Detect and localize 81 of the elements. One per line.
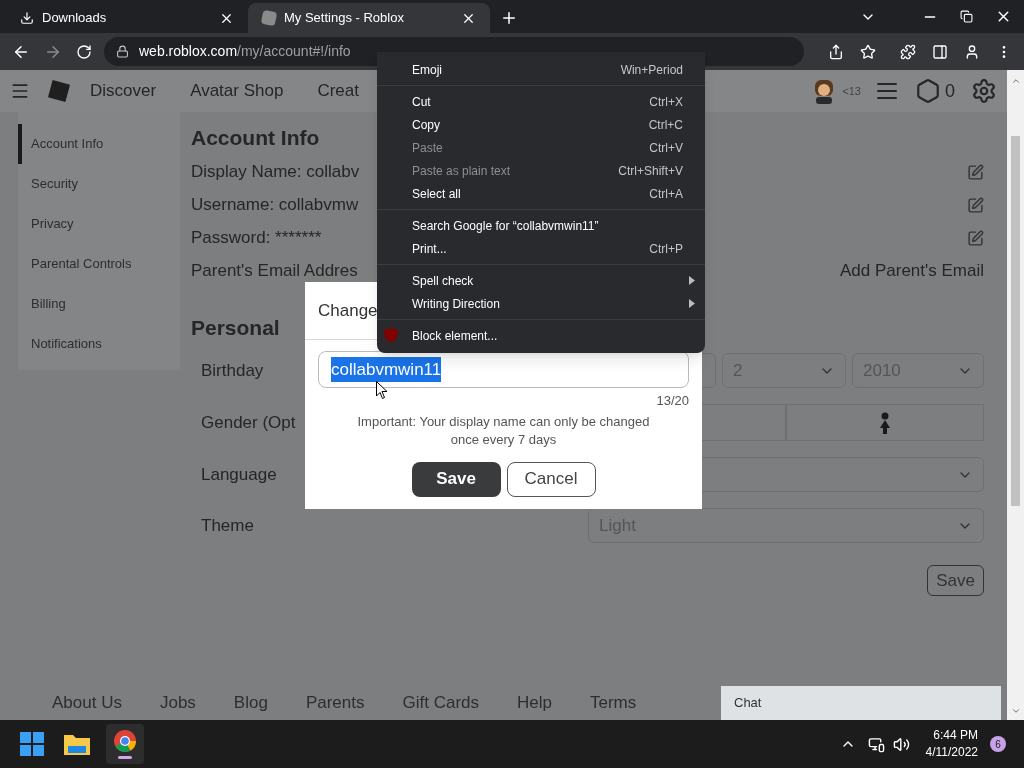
browser-tab[interactable]: My Settings - Roblox <box>248 3 490 33</box>
edit-icon[interactable] <box>967 196 984 214</box>
field-label: Gender (Opt <box>201 411 296 434</box>
reload-icon[interactable] <box>76 43 92 60</box>
menu-item[interactable]: Writing Direction <box>377 292 705 315</box>
sidebar-item[interactable]: Security <box>18 164 180 204</box>
folder-icon[interactable] <box>64 733 90 755</box>
footer-link[interactable]: Gift Cards <box>402 690 479 716</box>
cancel-button[interactable]: Cancel <box>506 461 596 497</box>
dialog-note: Important: Your display name can only be changed once every 7 days <box>356 412 651 449</box>
add-email-link[interactable]: Add Parent's Email <box>839 258 984 284</box>
nav-link[interactable]: Discover <box>90 78 157 104</box>
menu-item[interactable]: Search Google for “collabvmwin11” <box>377 214 705 237</box>
save-button[interactable]: Save <box>411 461 501 497</box>
lock-icon <box>116 45 129 58</box>
menu-item[interactable]: Print... Ctrl+P <box>377 237 705 260</box>
sidebar-item[interactable]: Account Info <box>18 124 180 164</box>
sidebar-item[interactable]: Billing <box>18 284 180 324</box>
age-label: <13 <box>842 83 861 99</box>
menu-item[interactable]: Select all Ctrl+A <box>377 182 705 205</box>
save-button[interactable]: Save <box>927 565 984 596</box>
section-title: Personal <box>191 314 280 341</box>
settings-icon[interactable] <box>971 78 997 104</box>
share-icon[interactable] <box>828 43 844 60</box>
submenu-arrow-icon <box>689 299 695 308</box>
nav-link[interactable]: Creat <box>317 78 359 104</box>
submenu-arrow-icon <box>689 276 695 285</box>
footer-link[interactable]: About Us <box>52 690 122 716</box>
notification-badge[interactable]: 6 <box>990 736 1006 752</box>
account-field: Username: collabvmw <box>191 192 359 218</box>
edit-icon[interactable] <box>967 163 984 181</box>
tab-title: Downloads <box>42 9 108 28</box>
sidebar-item[interactable]: Parental Controls <box>18 244 180 284</box>
logo-icon[interactable] <box>48 80 70 102</box>
shield-icon <box>384 328 398 343</box>
dialog-title: Change <box>318 299 378 322</box>
menu-item[interactable]: Block element... <box>377 324 705 347</box>
robux-count: 0 <box>945 79 955 103</box>
footer-link[interactable]: Jobs <box>159 690 196 716</box>
restore-icon[interactable] <box>960 10 973 23</box>
new-tab-icon[interactable] <box>500 9 518 27</box>
robux-icon[interactable] <box>915 78 941 104</box>
nav-link[interactable]: Avatar Shop <box>190 78 284 104</box>
footer-link[interactable]: Blog <box>233 690 268 716</box>
sidebar-item[interactable]: Notifications <box>18 324 180 364</box>
field-label: Theme <box>201 514 254 537</box>
mouse-cursor-icon <box>376 381 388 400</box>
scroll-up-icon[interactable] <box>1010 76 1021 86</box>
footer-link[interactable]: Help <box>517 690 552 716</box>
url-text: web.roblox.com/my/account#!/info <box>139 42 351 61</box>
bookmark-star-icon[interactable] <box>860 43 876 60</box>
field-label: Language <box>201 463 277 486</box>
edit-icon[interactable] <box>967 229 984 247</box>
volume-icon[interactable] <box>892 735 910 753</box>
clock[interactable]: 6:44 PM 4/11/2022 <box>925 727 978 761</box>
field-label: Birthday <box>201 359 264 382</box>
windows-logo-icon[interactable] <box>20 732 44 756</box>
female-icon <box>878 411 892 434</box>
footer-link[interactable]: Terms <box>590 690 637 716</box>
section-title: Account Info <box>191 125 320 151</box>
scrollbar[interactable] <box>1007 70 1024 720</box>
menu-item[interactable]: Cut Ctrl+X <box>377 90 705 113</box>
account-field: Parent's Email Addres <box>191 258 358 284</box>
footer-link[interactable]: Parents <box>305 690 365 716</box>
tab-title: My Settings - Roblox <box>284 9 405 28</box>
side-panel-icon[interactable] <box>932 43 948 60</box>
extensions-icon[interactable] <box>900 43 916 60</box>
profile-icon[interactable] <box>964 43 980 60</box>
sidebar-item[interactable]: Privacy <box>18 204 180 244</box>
chrome-taskbar-button[interactable] <box>106 724 144 764</box>
download-icon <box>20 11 34 25</box>
menu-item[interactable]: Spell check <box>377 269 705 292</box>
account-field: Password: ******* <box>191 225 322 251</box>
account-field: Display Name: collabv <box>191 159 360 185</box>
scroll-down-icon[interactable] <box>1010 706 1021 716</box>
network-icon[interactable] <box>867 735 885 753</box>
character-counter: 13/20 <box>656 392 689 410</box>
chrome-logo-icon <box>114 729 136 752</box>
favicon-icon <box>260 9 278 27</box>
menu-item[interactable]: Copy Ctrl+C <box>377 113 705 136</box>
chat-panel[interactable]: Chat <box>721 686 1001 720</box>
